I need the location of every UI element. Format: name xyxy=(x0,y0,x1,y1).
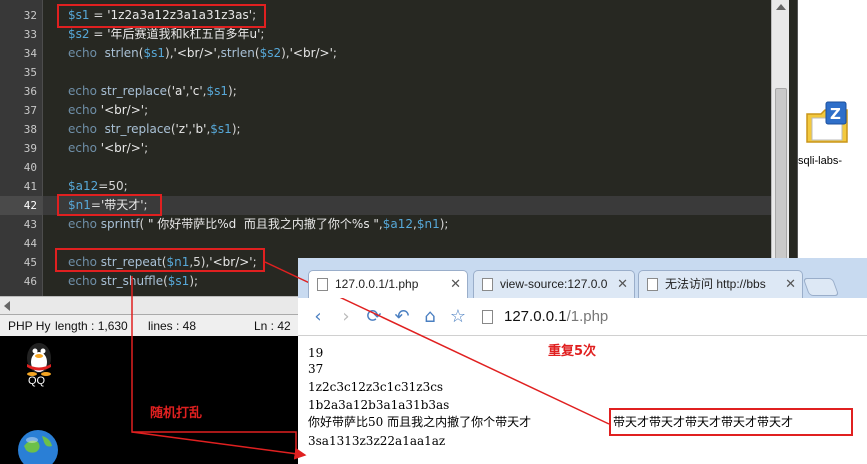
code-line[interactable]: echo '<br/>'; xyxy=(43,101,771,120)
line-number: 34 xyxy=(23,47,37,60)
page-favicon-icon xyxy=(317,278,328,291)
browser-toolbar: ‹ › ⟳ ↶ ⌂ ☆ 127.0.0.1/1.php xyxy=(298,298,867,336)
code-line[interactable]: echo sprintf( " 你好带萨比%d 而且我之内撤了你个%s ",$a… xyxy=(43,215,771,234)
line-number: 44 xyxy=(23,237,37,250)
undo-icon[interactable]: ↶ xyxy=(392,307,412,327)
line-number: 45 xyxy=(23,256,37,269)
tab-bar: 127.0.0.1/1.php ✕ view-source:127.0.0 ✕ … xyxy=(298,258,867,298)
output-line: 你好带萨比50 而且我之内撤了你个带天才 xyxy=(308,415,532,429)
code-line-text: echo str_shuffle($s1); xyxy=(68,274,199,288)
url-host: 127.0.0.1 xyxy=(504,308,567,325)
home-icon[interactable]: ⌂ xyxy=(420,307,440,327)
line-number-gutter: 32 33 34 35 36 37 38 39 40 41 42 43 44 45 46 xyxy=(0,0,43,314)
annotation-shuffle-label: 随机打乱 xyxy=(150,406,203,421)
screen: 32 33 34 35 36 37 38 39 40 41 42 43 44 45 46 $s1 = '1z… xyxy=(0,0,867,464)
url-path: /1.php xyxy=(566,308,609,325)
tab-1php[interactable]: 127.0.0.1/1.php ✕ xyxy=(308,270,468,298)
tab-title: 127.0.0.1/1.php xyxy=(335,277,419,291)
tab-view-source[interactable]: view-source:127.0.0 ✕ xyxy=(473,270,635,298)
output-line: 1b2a3a12b3a1a31b3as xyxy=(308,398,450,412)
output-line: 37 xyxy=(308,362,324,376)
code-line-text: echo '<br/>'; xyxy=(68,141,149,155)
line-number: 33 xyxy=(23,28,37,41)
line-number: 37 xyxy=(23,104,37,117)
sqli-labs-folder-icon[interactable]: Z xyxy=(804,100,850,146)
sqli-labs-label: sqli-labs- xyxy=(798,155,843,167)
tab-title: view-source:127.0.0 xyxy=(500,277,608,291)
tab-cannot-access[interactable]: 无法访问 http://bbs ✕ xyxy=(638,270,803,298)
page-favicon-icon xyxy=(482,278,493,291)
reload-icon[interactable]: ⟳ xyxy=(364,307,384,327)
forward-icon[interactable]: › xyxy=(336,307,356,327)
editor-status-bar: PHP Hy length : 1,630 lines : 48 Ln : 42 xyxy=(0,314,298,336)
url-text[interactable]: 127.0.0.1/1.php xyxy=(504,303,608,331)
status-length: length : 1,630 xyxy=(55,319,128,333)
output-line: 3sa1313z3z22a1aa1az xyxy=(308,434,446,448)
back-icon[interactable]: ‹ xyxy=(308,307,328,327)
line-number: 32 xyxy=(23,9,37,22)
line-number: 35 xyxy=(23,66,37,79)
shuffle-arrow-head xyxy=(131,431,307,460)
code-line[interactable]: echo str_replace('a','c',$s1); xyxy=(43,82,771,101)
code-line-text: echo str_replace('a','c',$s1); xyxy=(68,84,237,98)
desktop-area: Z sqli-labs- xyxy=(798,0,867,258)
scroll-up-icon[interactable] xyxy=(776,4,786,10)
status-lines: lines : 48 xyxy=(148,319,197,333)
highlight-repeat-output-box xyxy=(609,408,853,436)
annotation-repeat-label: 重复5次 xyxy=(548,344,597,359)
code-line[interactable]: echo str_replace('z','b',$s1); xyxy=(43,120,771,139)
new-tab-button[interactable] xyxy=(802,278,840,296)
code-line[interactable] xyxy=(43,63,771,82)
output-line: 1z2c3c12z3c1c31z3cs xyxy=(308,380,444,394)
tab-close-icon[interactable]: ✕ xyxy=(785,271,796,297)
tab-close-icon[interactable]: ✕ xyxy=(617,271,628,297)
globe-icon[interactable] xyxy=(16,428,60,464)
bookmark-star-icon[interactable]: ☆ xyxy=(448,307,468,327)
highlight-s1-box xyxy=(57,4,266,28)
line-number: 38 xyxy=(23,123,37,136)
page-favicon-icon xyxy=(647,278,658,291)
line-number: 42 xyxy=(0,196,43,215)
highlight-n1-box xyxy=(57,194,162,216)
line-number: 43 xyxy=(23,218,37,231)
scroll-left-icon[interactable] xyxy=(4,301,10,311)
code-line-text: echo str_replace('z','b',$s1); xyxy=(68,122,241,136)
line-number: 41 xyxy=(23,180,37,193)
scroll-thumb[interactable] xyxy=(775,88,787,278)
line-number: 40 xyxy=(23,161,37,174)
status-file-type: PHP Hy xyxy=(8,319,51,333)
horizontal-scrollbar[interactable] xyxy=(0,296,298,314)
line-number: 39 xyxy=(23,142,37,155)
status-line-number: Ln : 42 xyxy=(254,319,291,333)
highlight-repeat-box xyxy=(55,248,265,272)
tab-close-icon[interactable]: ✕ xyxy=(450,271,461,297)
code-line-text: echo '<br/>'; xyxy=(68,103,149,117)
qq-penguin-icon[interactable] xyxy=(18,338,60,376)
code-line[interactable] xyxy=(43,158,771,177)
svg-text:Z: Z xyxy=(830,105,841,123)
code-line-text: echo sprintf( " 你好带萨比%d 而且我之内撤了你个%s ",$a… xyxy=(68,217,449,231)
line-number: 36 xyxy=(23,85,37,98)
qq-label: QQ xyxy=(28,375,46,387)
tab-title: 无法访问 http://bbs xyxy=(665,277,766,291)
page-icon xyxy=(482,310,493,324)
address-bar[interactable]: 127.0.0.1/1.php xyxy=(482,303,867,331)
line-number: 46 xyxy=(23,275,37,288)
code-line-text: echo strlen($s1),'<br/>',strlen($s2),'<b… xyxy=(68,46,337,60)
output-line: 19 xyxy=(308,346,324,360)
code-line[interactable]: echo strlen($s1),'<br/>',strlen($s2),'<b… xyxy=(43,44,771,63)
code-line[interactable]: echo '<br/>'; xyxy=(43,139,771,158)
